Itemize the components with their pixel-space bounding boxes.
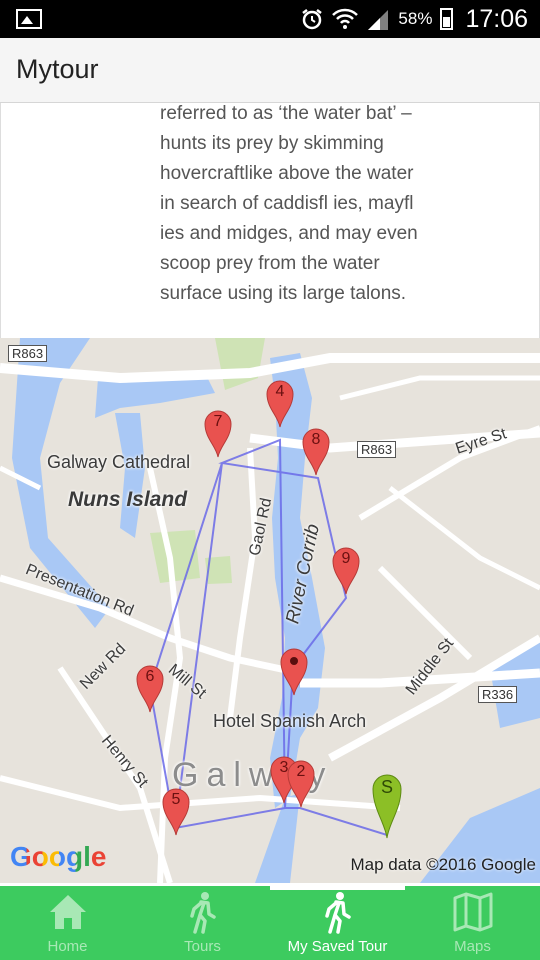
alarm-icon xyxy=(302,9,323,30)
tab-my-saved-tour[interactable]: My Saved Tour xyxy=(270,886,405,960)
road-badge-r336: R336 xyxy=(478,686,518,703)
tab-maps[interactable]: Maps xyxy=(405,886,540,960)
map-pin-start[interactable]: S xyxy=(371,771,403,839)
label-cathedral: Galway Cathedral xyxy=(47,452,191,472)
walker-icon xyxy=(324,892,351,934)
map-pin-8[interactable]: 8 xyxy=(301,426,331,476)
status-bar: 58% 17:06 xyxy=(0,0,540,38)
walker-icon xyxy=(189,892,216,934)
current-location-pin[interactable] xyxy=(279,646,309,696)
description-panel[interactable]: referred to as ‘the water bat’ – hunts i… xyxy=(0,103,540,338)
pin-label: 4 xyxy=(275,383,285,400)
battery-percent: 58% xyxy=(398,9,433,28)
app-bar: Mytour xyxy=(0,38,540,103)
tour-map[interactable]: R863 R863 R336 Galway Cathedral Nuns Isl… xyxy=(0,338,540,883)
app-title: Mytour xyxy=(16,54,99,84)
label-hotel: Hotel Spanish Arch xyxy=(213,711,367,731)
label-nuns-island: Nuns Island xyxy=(68,488,188,511)
pin-label: 9 xyxy=(341,550,351,567)
location-marker-icon xyxy=(280,648,308,696)
signal-icon xyxy=(368,10,389,30)
clock: 17:06 xyxy=(465,4,528,33)
map-pin-5[interactable]: 5 xyxy=(161,786,191,836)
description-line: referred to as ‘the water bat’ – xyxy=(160,103,412,124)
description-line: in search of caddisfl ies, mayfl xyxy=(160,193,414,214)
map-pin-4[interactable]: 4 xyxy=(265,378,295,428)
map-pin-6[interactable]: 6 xyxy=(135,663,165,713)
description-line: ies and midges, and may even xyxy=(160,223,418,244)
tab-label: Maps xyxy=(454,938,491,955)
pin-label: 8 xyxy=(311,431,321,448)
description-line: scoop prey from the water xyxy=(160,253,380,274)
pin-label: 2 xyxy=(296,763,306,780)
tab-label: Tours xyxy=(184,938,221,955)
tab-label: Home xyxy=(47,938,88,955)
road-badge-r863: R863 xyxy=(357,441,397,458)
bottom-tab-bar: Home Tours My Saved Tour Maps xyxy=(0,886,540,960)
pin-label: S xyxy=(380,777,393,797)
map-attribution: Map data ©2016 Google xyxy=(350,855,537,874)
wifi-icon xyxy=(332,8,359,29)
map-pin-2[interactable]: 2 xyxy=(286,758,316,808)
pin-label: 7 xyxy=(213,413,223,430)
pin-label: 5 xyxy=(171,791,181,808)
map-icon xyxy=(453,892,492,932)
battery-icon xyxy=(440,8,454,30)
google-logo-text: Google xyxy=(10,841,107,872)
tab-label: My Saved Tour xyxy=(287,938,388,955)
home-icon xyxy=(49,895,86,929)
gallery-notification-icon xyxy=(16,9,42,29)
tab-home[interactable]: Home xyxy=(0,886,135,960)
tab-tours[interactable]: Tours xyxy=(135,886,270,960)
description-line: hovercraftlike above the water xyxy=(160,163,414,184)
description-line: surface using its large talons. xyxy=(160,283,407,304)
road-badge-r863: R863 xyxy=(8,345,48,362)
google-logo[interactable]: Google xyxy=(10,841,106,873)
map-pin-9[interactable]: 9 xyxy=(331,545,361,595)
pin-label: 6 xyxy=(145,668,155,685)
map-pin-7[interactable]: 7 xyxy=(203,408,233,458)
description-text: referred to as ‘the water bat’ – hunts i… xyxy=(160,99,460,309)
description-line: hunts its prey by skimming xyxy=(160,133,384,154)
